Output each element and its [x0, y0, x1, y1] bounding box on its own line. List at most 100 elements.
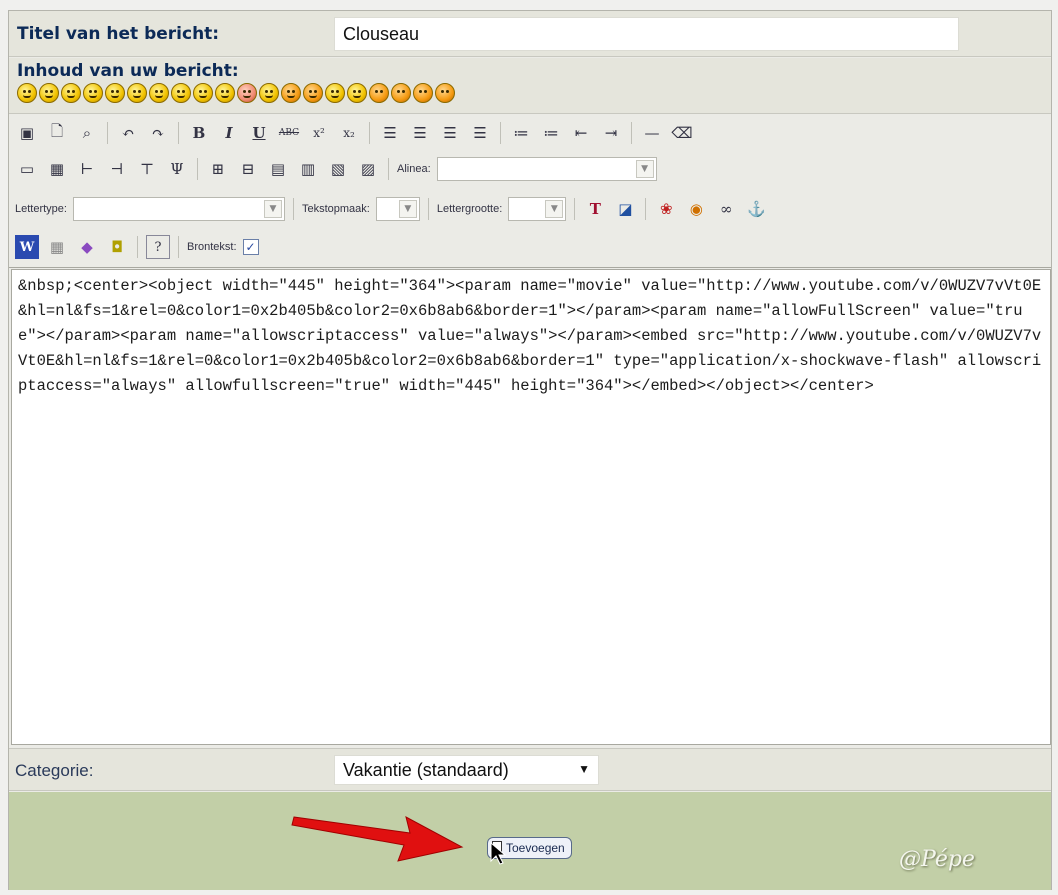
strike-button[interactable]: ABC: [277, 121, 301, 145]
sad-icon[interactable]: [61, 83, 81, 103]
delete-row-icon[interactable]: ⊣: [105, 157, 129, 181]
lettergrootte-select[interactable]: ▼: [508, 197, 567, 221]
italic-button[interactable]: I: [217, 121, 241, 145]
post-form: Titel van het bericht: Clouseau Inhoud v…: [8, 10, 1052, 890]
separator: [388, 158, 389, 180]
frame-icon[interactable]: ◘: [105, 235, 129, 259]
form-icon[interactable]: ▥: [296, 157, 320, 181]
redo-icon[interactable]: ↷: [146, 121, 170, 145]
question-icon[interactable]: [391, 83, 411, 103]
mouse-cursor-icon: [490, 842, 507, 865]
save-icon[interactable]: ▣: [15, 121, 39, 145]
separator: [292, 198, 294, 220]
media-icon[interactable]: ◉: [684, 197, 708, 221]
evil-icon[interactable]: [281, 83, 301, 103]
separator: [427, 198, 429, 220]
chevron-down-icon: ▼: [545, 200, 564, 218]
split-cell-icon[interactable]: ⊞: [206, 157, 230, 181]
insert-column-icon[interactable]: ⊤: [135, 157, 159, 181]
justify-icon[interactable]: ☰: [468, 121, 492, 145]
table-properties-icon[interactable]: ▦: [45, 157, 69, 181]
help-icon[interactable]: ?: [146, 235, 170, 259]
category-value: Vakantie (standaard): [343, 760, 509, 780]
content-label: Inhoud van uw bericht:: [17, 61, 239, 81]
tongue-icon[interactable]: [193, 83, 213, 103]
unordered-list-icon[interactable]: ≔: [539, 121, 563, 145]
subscript-button[interactable]: x₂: [337, 121, 361, 145]
underline-button[interactable]: U: [247, 121, 271, 145]
table-icon[interactable]: ▭: [15, 157, 39, 181]
alinea-select[interactable]: ▼: [436, 157, 657, 181]
surprised-icon[interactable]: [83, 83, 103, 103]
image-icon[interactable]: ❀: [654, 197, 678, 221]
wink-icon[interactable]: [347, 83, 367, 103]
title-input[interactable]: Clouseau: [334, 17, 959, 51]
source-editor[interactable]: &nbsp;<center><object width="445" height…: [11, 269, 1051, 745]
grid-icon[interactable]: ▦: [45, 235, 69, 259]
brontekst-checkbox[interactable]: ✓: [242, 239, 259, 255]
idea-icon[interactable]: [413, 83, 433, 103]
category-select[interactable]: Vakantie (standaard) ▼: [334, 755, 599, 785]
arrow-icon[interactable]: [435, 83, 455, 103]
lettertype-select[interactable]: ▼: [72, 197, 285, 221]
undo-icon[interactable]: ↶: [116, 121, 140, 145]
grin-icon[interactable]: [39, 83, 59, 103]
horizontal-rule-icon[interactable]: —: [640, 121, 664, 145]
separator: [500, 122, 501, 144]
twisted-icon[interactable]: [303, 83, 323, 103]
outdent-icon[interactable]: ⇤: [569, 121, 593, 145]
laugh-icon[interactable]: [171, 83, 191, 103]
exclaim-icon[interactable]: [369, 83, 389, 103]
tekstopmaak-select[interactable]: ▼: [375, 197, 420, 221]
tekstopmaak-label: Tekstopmaak:: [301, 203, 370, 215]
chevron-down-icon: ▼: [263, 200, 282, 218]
editor-toolbar: ▣ 🗋 ⌕ ↶ ↷ B I U ABC x² x₂ ☰ ☰ ☰ ☰ ≔ ≔ ⇤ …: [9, 115, 1051, 268]
big-grin-icon[interactable]: [215, 83, 235, 103]
separator: [178, 122, 179, 144]
separator: [574, 198, 576, 220]
delete-column-icon[interactable]: Ψ: [165, 157, 189, 181]
link-icon[interactable]: ∞: [714, 197, 738, 221]
background-color-icon[interactable]: ◪: [613, 197, 637, 221]
category-label: Categorie:: [15, 761, 94, 780]
merge-cell-icon[interactable]: ⊟: [236, 157, 260, 181]
form-footer: Toevoegen @Pépe: [9, 792, 1051, 890]
confused-icon[interactable]: [105, 83, 125, 103]
cell-properties-icon[interactable]: ▤: [266, 157, 290, 181]
title-label: Titel van het bericht:: [17, 24, 220, 44]
chevron-down-icon: ▼: [578, 762, 590, 776]
separator: [645, 198, 647, 220]
superscript-button[interactable]: x²: [307, 121, 331, 145]
word-paste-icon[interactable]: W: [15, 235, 39, 259]
separator: [107, 122, 108, 144]
eraser-icon[interactable]: ⌫: [670, 121, 694, 145]
anchor-icon[interactable]: ⚓: [744, 197, 768, 221]
text-color-icon[interactable]: T: [583, 197, 607, 221]
watermark: @Pépe: [899, 847, 975, 872]
separator: [197, 158, 198, 180]
layer-icon[interactable]: ▧: [326, 157, 350, 181]
insert-row-icon[interactable]: ⊢: [75, 157, 99, 181]
title-row: Titel van het bericht: Clouseau: [9, 11, 1051, 57]
smile-icon[interactable]: [127, 83, 147, 103]
razz-icon[interactable]: [325, 83, 345, 103]
content-row: Inhoud van uw bericht:: [9, 58, 1051, 114]
align-left-icon[interactable]: ☰: [378, 121, 402, 145]
toolbar-row-1: ▣ 🗋 ⌕ ↶ ↷ B I U ABC x² x₂ ☰ ☰ ☰ ☰ ≔ ≔ ⇤ …: [15, 121, 694, 145]
object-icon[interactable]: ◆: [75, 235, 99, 259]
ordered-list-icon[interactable]: ≔: [509, 121, 533, 145]
separator: [631, 122, 632, 144]
cry-icon[interactable]: [259, 83, 279, 103]
align-right-icon[interactable]: ☰: [438, 121, 462, 145]
find-icon[interactable]: ⌕: [75, 121, 99, 145]
preview-icon[interactable]: 🗋: [45, 121, 69, 145]
shocked-icon[interactable]: [237, 83, 257, 103]
separator: [369, 122, 370, 144]
bold-button[interactable]: B: [187, 121, 211, 145]
chevron-down-icon: ▼: [398, 200, 417, 218]
smile-icon[interactable]: [17, 83, 37, 103]
cool-icon[interactable]: [149, 83, 169, 103]
indent-icon[interactable]: ⇥: [599, 121, 623, 145]
insert-layer-icon[interactable]: ▨: [356, 157, 380, 181]
align-center-icon[interactable]: ☰: [408, 121, 432, 145]
